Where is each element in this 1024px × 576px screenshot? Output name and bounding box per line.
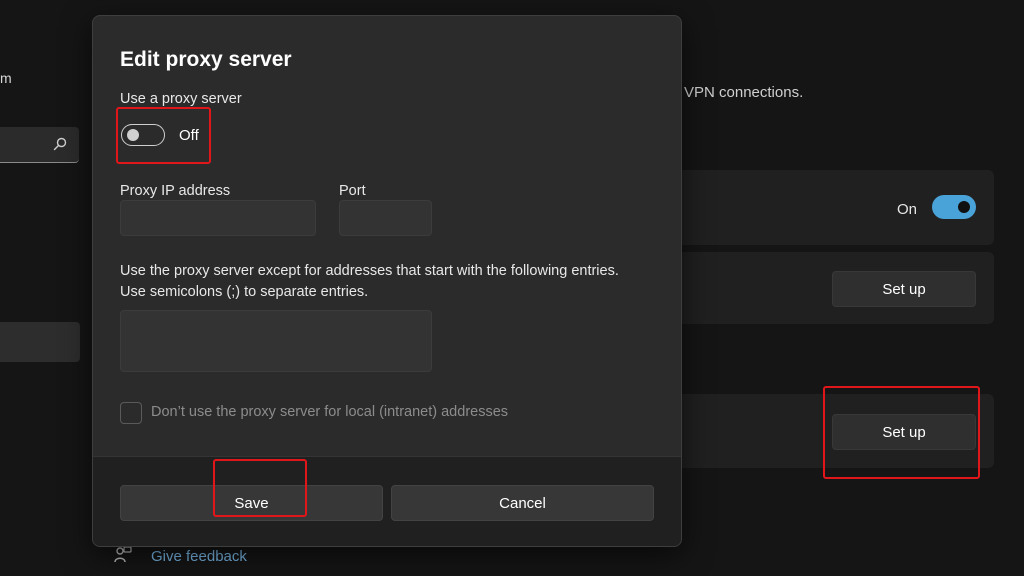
manual-proxy-setup-button[interactable]: Set up — [832, 414, 976, 450]
dialog-title: Edit proxy server — [120, 48, 292, 71]
give-feedback-link[interactable]: Give feedback — [151, 548, 247, 565]
exceptions-description-line2: Use semicolons (;) to separate entries. — [120, 284, 369, 300]
nav-header-fragment: m — [0, 70, 12, 86]
auto-detect-state-label: On — [897, 201, 918, 218]
use-proxy-toggle[interactable] — [121, 124, 165, 146]
port-label: Port — [339, 183, 366, 199]
search-icon[interactable] — [53, 137, 67, 151]
local-bypass-checkbox[interactable] — [120, 402, 142, 424]
toggle-knob — [127, 129, 139, 141]
page-description: VPN connections. — [684, 84, 804, 101]
use-proxy-label: Use a proxy server — [120, 91, 242, 107]
settings-search-box[interactable] — [0, 127, 79, 163]
proxy-ip-label: Proxy IP address — [120, 183, 231, 199]
port-input[interactable] — [339, 200, 432, 236]
sidebar-item-selected[interactable] — [0, 322, 80, 362]
local-bypass-label: Don’t use the proxy server for local (in… — [151, 404, 509, 420]
dialog-footer: Save Cancel — [93, 456, 681, 546]
use-proxy-state-label: Off — [179, 127, 199, 144]
exceptions-textarea[interactable] — [120, 310, 432, 372]
auto-detect-toggle[interactable] — [932, 195, 976, 219]
feedback-icon — [114, 546, 132, 563]
save-button[interactable]: Save — [120, 485, 383, 521]
proxy-ip-input[interactable] — [120, 200, 316, 236]
cancel-button[interactable]: Cancel — [391, 485, 654, 521]
edit-proxy-dialog: Edit proxy server Use a proxy server Off… — [92, 15, 682, 547]
setup-script-button[interactable]: Set up — [832, 271, 976, 307]
exceptions-description-line1: Use the proxy server except for addresse… — [120, 263, 619, 279]
toggle-knob — [958, 201, 970, 213]
